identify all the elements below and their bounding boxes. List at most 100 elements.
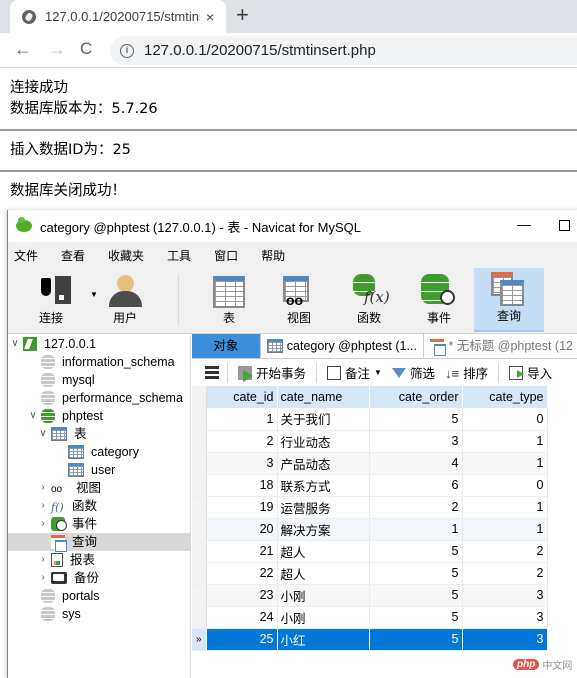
chevron-right-icon[interactable]: › — [38, 569, 48, 587]
tree-item-user[interactable]: user — [68, 461, 115, 479]
row-header[interactable] — [192, 474, 207, 497]
cell-cate-order[interactable]: 5 — [369, 562, 463, 585]
cell-cate-name[interactable]: 超人 — [277, 540, 370, 563]
chevron-down-icon[interactable]: ∨ — [28, 407, 38, 425]
tab-untitled-query[interactable]: * 无标题 @phptest (12 — [424, 334, 577, 358]
row-header[interactable] — [192, 584, 207, 607]
table-row[interactable]: 23 小刚 5 3 — [192, 584, 548, 607]
cell-cate-id[interactable]: 20 — [206, 518, 278, 541]
row-header[interactable] — [192, 452, 207, 475]
event-button[interactable]: 事件 — [404, 268, 474, 332]
chevron-right-icon[interactable]: › — [38, 497, 48, 515]
back-button[interactable]: ← — [14, 39, 32, 60]
tab-category-table[interactable]: category @phptest (1... — [260, 334, 425, 358]
cell-cate-type[interactable]: 1 — [462, 452, 548, 475]
menu-view[interactable]: 查看 — [61, 247, 85, 264]
menu-tools[interactable]: 工具 — [167, 247, 191, 264]
cell-cate-order[interactable]: 6 — [369, 474, 463, 497]
cell-cate-id[interactable]: 22 — [206, 562, 278, 585]
cell-cate-name[interactable]: 产品动态 — [277, 452, 370, 475]
connection-button[interactable]: ▼ 连接 — [16, 268, 98, 332]
import-button[interactable]: 导入 — [509, 363, 552, 382]
chevron-right-icon[interactable]: › — [38, 551, 48, 569]
tree-item-category[interactable]: category — [68, 443, 139, 461]
column-header-cate-id[interactable]: cate_id — [206, 386, 278, 408]
dropdown-arrow-icon[interactable]: ▼ — [374, 368, 382, 377]
menu-favorites[interactable]: 收藏夹 — [108, 247, 144, 264]
table-row[interactable]: 21 超人 5 2 — [192, 540, 548, 563]
cell-cate-order[interactable]: 5 — [369, 584, 463, 607]
cell-cate-order[interactable]: 2 — [369, 496, 463, 519]
tree-item-mysql[interactable]: mysql — [41, 371, 95, 389]
cell-cate-type[interactable]: 3 — [462, 584, 548, 607]
address-bar[interactable]: i 127.0.0.1/20200715/stmtinsert.php — [110, 36, 577, 65]
table-row[interactable]: 22 超人 5 2 — [192, 562, 548, 585]
row-header[interactable] — [192, 518, 207, 541]
chevron-right-icon[interactable]: › — [38, 515, 48, 533]
cell-cate-type[interactable]: 1 — [462, 518, 548, 541]
function-button[interactable]: f(x) 函数 — [334, 268, 404, 332]
cell-cate-order[interactable]: 5 — [369, 606, 463, 629]
tree-item-server[interactable]: ∨ 127.0.0.1 — [10, 335, 96, 353]
forward-button[interactable]: → — [48, 39, 66, 60]
cell-cate-name[interactable]: 联系方式 — [277, 474, 370, 497]
cell-cate-name[interactable]: 行业动态 — [277, 430, 370, 453]
memo-button[interactable]: 备注 ▼ — [327, 363, 382, 382]
chevron-down-icon[interactable]: ∨ — [38, 425, 48, 443]
column-header-cate-order[interactable]: cate_order — [369, 386, 463, 408]
tree-item-tables[interactable]: ∨ 表 — [38, 425, 87, 443]
cell-cate-name[interactable]: 运营服务 — [277, 496, 370, 519]
cell-cate-type[interactable]: 3 — [462, 606, 548, 629]
cell-cate-name[interactable]: 关于我们 — [277, 408, 370, 431]
menu-file[interactable]: 文件 — [14, 247, 38, 264]
cell-cate-id[interactable]: 23 — [206, 584, 278, 607]
url-text[interactable]: 127.0.0.1/20200715/stmtinsert.php — [144, 42, 376, 59]
tree-item-portals[interactable]: portals — [41, 587, 100, 605]
cell-cate-id[interactable]: 1 — [206, 408, 278, 431]
maximize-button[interactable] — [559, 220, 570, 231]
menu-icon[interactable] — [205, 364, 219, 381]
cell-cate-id[interactable]: 24 — [206, 606, 278, 629]
cell-cate-id[interactable]: 19 — [206, 496, 278, 519]
cell-cate-name[interactable]: 解决方案 — [277, 518, 370, 541]
column-header-cate-type[interactable]: cate_type — [462, 386, 548, 408]
tree-item-phptest[interactable]: ∨ phptest — [28, 407, 103, 425]
cell-cate-name[interactable]: 小刚 — [277, 606, 370, 629]
menu-help[interactable]: 帮助 — [261, 247, 285, 264]
cell-cate-id[interactable]: 21 — [206, 540, 278, 563]
cell-cate-type[interactable]: 3 — [462, 628, 548, 651]
table-row[interactable]: 19 运营服务 2 1 — [192, 496, 548, 519]
table-row[interactable]: 18 联系方式 6 0 — [192, 474, 548, 497]
tree-item-information-schema[interactable]: information_schema — [41, 353, 175, 371]
cell-cate-order[interactable]: 1 — [369, 518, 463, 541]
cell-cate-name[interactable]: 小红 — [277, 628, 370, 651]
tree-item-sys[interactable]: sys — [41, 605, 81, 623]
row-header[interactable] — [192, 540, 207, 563]
column-header-cate-name[interactable]: cate_name — [277, 386, 370, 408]
cell-cate-type[interactable]: 2 — [462, 540, 548, 563]
table-row[interactable]: 24 小刚 5 3 — [192, 606, 548, 629]
row-header[interactable] — [192, 496, 207, 519]
chevron-right-icon[interactable]: › — [38, 479, 48, 497]
cell-cate-order[interactable]: 5 — [369, 540, 463, 563]
cell-cate-id[interactable]: 2 — [206, 430, 278, 453]
close-tab-icon[interactable]: × — [206, 9, 214, 25]
cell-cate-type[interactable]: 2 — [462, 562, 548, 585]
cell-cate-name[interactable]: 超人 — [277, 562, 370, 585]
tree-item-views[interactable]: › oo 视图 — [38, 479, 101, 497]
row-header[interactable] — [192, 430, 207, 453]
cell-cate-name[interactable]: 小刚 — [277, 584, 370, 607]
menu-window[interactable]: 窗口 — [214, 247, 238, 264]
user-button[interactable]: 用户 — [90, 268, 160, 332]
tree-item-events[interactable]: › 事件 — [38, 515, 97, 533]
table-row[interactable]: 3 产品动态 4 1 — [192, 452, 548, 475]
row-header[interactable] — [192, 606, 207, 629]
view-button[interactable]: oo 视图 — [264, 268, 334, 332]
cell-cate-type[interactable]: 0 — [462, 408, 548, 431]
info-icon[interactable]: i — [120, 43, 134, 58]
tab-objects[interactable]: 对象 — [192, 334, 261, 358]
row-header[interactable] — [192, 408, 207, 431]
tree-item-performance-schema[interactable]: performance_schema — [41, 389, 183, 407]
table-row[interactable]: 2 行业动态 3 1 — [192, 430, 548, 453]
begin-transaction-button[interactable]: 开始事务 — [238, 363, 306, 382]
